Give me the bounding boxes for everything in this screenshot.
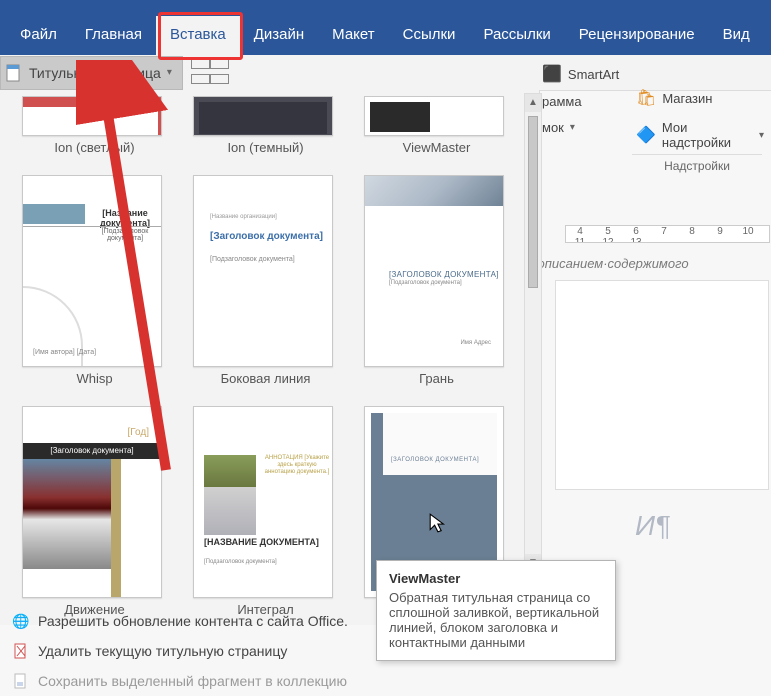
thumb-title: [НАЗВАНИЕ ДОКУМЕНТА]	[204, 537, 319, 547]
tab-home[interactable]: Главная	[71, 16, 156, 55]
addins-section-label: Надстройки	[632, 154, 762, 173]
insert-table-icon[interactable]	[191, 57, 229, 89]
cover-page-label: Титульная страница	[29, 65, 161, 81]
store-icon: 🛍	[636, 88, 656, 108]
command-label: Разрешить обновление контента с сайта Of…	[38, 613, 348, 629]
snapshot-button-partial[interactable]: мок ▾	[538, 118, 579, 137]
tab-design[interactable]: Дизайн	[240, 16, 318, 55]
gallery-item-ion-light[interactable]: Ion (светлый)	[22, 96, 167, 155]
thumb-title: [Заголовок документа]	[389, 270, 499, 279]
snapshot-label: мок	[542, 120, 564, 135]
ribbon-tabs: Файл Главная Вставка Дизайн Макет Ссылки…	[0, 0, 771, 55]
thumb-org: [Название организации]	[210, 214, 277, 220]
thumb-subtitle: [Подзаголовок документа]	[89, 228, 161, 242]
thumb-subtitle: [Подзаголовок документа]	[210, 256, 295, 263]
horizontal-ruler: 45678910111213	[565, 225, 770, 243]
thumb-label: Whisp	[22, 371, 167, 386]
thumb-title: [ЗАГОЛОВОК ДОКУМЕНТА]	[391, 457, 479, 463]
tab-insert[interactable]: Вставка	[156, 16, 240, 55]
gallery-item-whisp[interactable]: [Название документа] [Подзаголовок докум…	[22, 175, 167, 386]
thumb-year: [Год]	[128, 427, 149, 438]
gallery-item-sideline[interactable]: [Название организации] [Заголовок докуме…	[193, 175, 338, 386]
tooltip-title: ViewMaster	[389, 571, 603, 586]
tab-review[interactable]: Рецензирование	[565, 16, 709, 55]
thumb-footer: Имя Адрес	[460, 340, 491, 346]
cover-page-button[interactable]: Титульная страница ▾	[0, 56, 183, 90]
smartart-button[interactable]: ⬛ SmartArt	[538, 62, 768, 86]
gallery-item-ion-dark[interactable]: Ion (темный)	[193, 96, 338, 155]
command-label: Сохранить выделенный фрагмент в коллекци…	[38, 673, 347, 689]
chevron-down-icon: ▾	[759, 130, 764, 141]
addins-button[interactable]: 🔷 Мои надстройки ▾	[632, 118, 768, 152]
tooltip: ViewMaster Обратная титульная страница с…	[376, 560, 616, 661]
store-label: Магазин	[662, 91, 712, 106]
tab-references[interactable]: Ссылки	[389, 16, 470, 55]
scroll-up-icon[interactable]: ▲	[525, 94, 541, 112]
thumb-title: [Заголовок документа]	[23, 443, 161, 459]
paragraph-mark: И¶	[635, 510, 670, 542]
thumb-label: Боковая линия	[193, 371, 338, 386]
addins-label: Мои надстройки	[662, 120, 753, 150]
tab-mailings[interactable]: Рассылки	[469, 16, 564, 55]
thumb-photo	[204, 455, 256, 535]
globe-icon: 🌐	[12, 612, 30, 630]
document-text-snippet: им·описанием·содержимого	[517, 256, 689, 271]
document-page[interactable]	[555, 280, 769, 490]
store-button[interactable]: 🛍 Магазин	[632, 86, 716, 110]
thumb-annotation: АННОТАЦИЯ [Укажите здесь краткую аннотац…	[262, 455, 332, 477]
thumb-subtitle: [Подзаголовок документа]	[389, 280, 462, 286]
thumb-label: Ion (светлый)	[22, 140, 167, 155]
delete-page-icon	[12, 642, 30, 660]
cursor-icon	[428, 512, 450, 539]
thumb-label: Ion (темный)	[193, 140, 338, 155]
smartart-label: SmartArt	[568, 67, 619, 82]
cover-page-gallery: Ion (светлый) Ion (темный) ViewMaster [Н…	[0, 90, 540, 625]
gallery-scrollbar[interactable]: ▲ ▼	[524, 93, 542, 573]
diagram-label: раммa	[542, 94, 582, 109]
addins-icon: 🔷	[636, 125, 656, 145]
diagram-button-partial[interactable]: раммa	[538, 92, 586, 111]
tab-view[interactable]: Вид	[709, 16, 764, 55]
thumb-title: [Заголовок документа]	[210, 231, 323, 242]
gallery-item-motion[interactable]: [Год] [Заголовок документа] Движение	[22, 406, 167, 617]
tooltip-body: Обратная титульная страница со сплошной …	[389, 590, 603, 650]
gallery-item-facet[interactable]: [Заголовок документа] [Подзаголовок доку…	[364, 175, 509, 386]
tab-file[interactable]: Файл	[6, 16, 71, 55]
gallery-item-integral[interactable]: АННОТАЦИЯ [Укажите здесь краткую аннотац…	[193, 406, 338, 617]
save-selection-command: Сохранить выделенный фрагмент в коллекци…	[4, 666, 534, 696]
chevron-down-icon: ▾	[167, 67, 172, 78]
cover-page-icon	[5, 64, 23, 82]
ribbon-right-commands: ⬛SmartArt 🛍Магазин раммa мок▾ 🔷Мои надст…	[538, 62, 768, 86]
chevron-down-icon: ▾	[570, 122, 575, 133]
thumb-footer: [Имя автора] [Дата]	[33, 349, 96, 356]
thumb-title: [Название документа]	[89, 208, 161, 228]
scroll-thumb[interactable]	[525, 112, 541, 554]
thumb-subtitle: [Подзаголовок документа]	[204, 559, 277, 565]
thumb-label: Грань	[364, 371, 509, 386]
gallery-item-viewmaster-small[interactable]: ViewMaster	[364, 96, 509, 155]
thumb-label: ViewMaster	[364, 140, 509, 155]
thumb-photo	[23, 459, 111, 569]
tab-layout[interactable]: Макет	[318, 16, 388, 55]
command-label: Удалить текущую титульную страницу	[38, 643, 287, 659]
save-selection-icon	[12, 672, 30, 690]
smartart-icon: ⬛	[542, 64, 562, 84]
